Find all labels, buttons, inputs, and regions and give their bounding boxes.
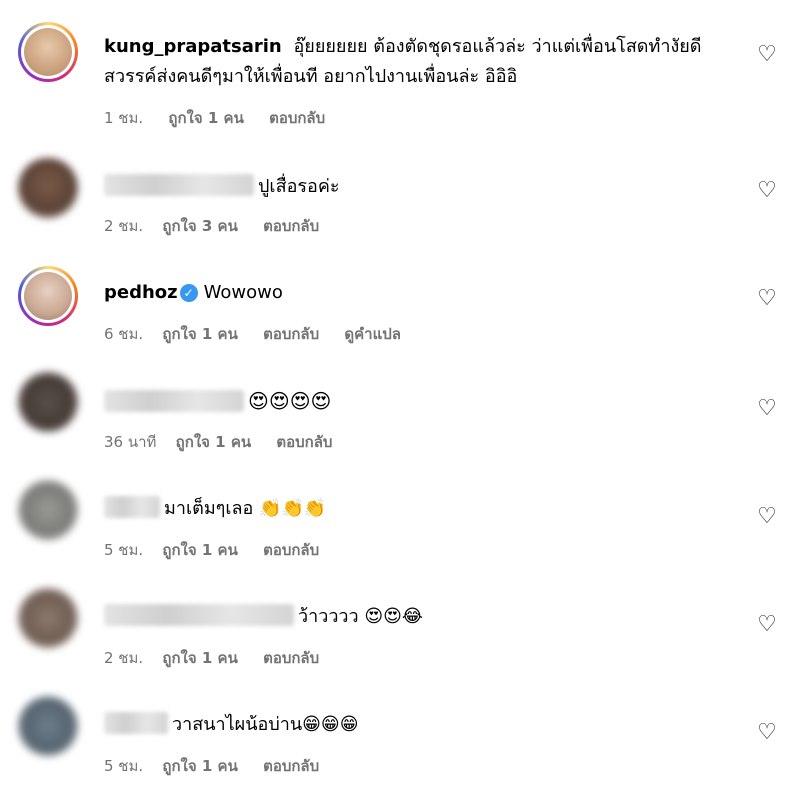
comment-body: 😍😍😍😍: [104, 386, 730, 418]
comment-meta: 2 ชม. ถูกใจ 3 คน ตอบกลับ: [104, 214, 339, 238]
likes-count[interactable]: ถูกใจ 1 คน: [162, 757, 237, 775]
heart-icon[interactable]: ♡: [756, 614, 778, 636]
timestamp[interactable]: 2 ชม.: [104, 217, 143, 235]
comment-body: วาสนาไผน้อบ่าน😁😁😁: [104, 710, 730, 740]
likes-count[interactable]: ถูกใจ 1 คน: [176, 433, 251, 451]
username-redacted[interactable]: [104, 496, 160, 518]
comment-item: ปูเสื่อรอค่ะ 2 ชม. ถูกใจ 3 คน ตอบกลับ ♡: [0, 158, 800, 248]
heart-icon[interactable]: ♡: [756, 288, 778, 310]
timestamp[interactable]: 5 ชม.: [104, 541, 143, 559]
comment-text: ว้าวววว 😍😍😂: [298, 606, 423, 627]
translate-button[interactable]: ดูคำแปล: [344, 325, 401, 343]
comment-meta: 6 ชม. ถูกใจ 1 คน ตอบกลับ ดูคำแปล: [104, 322, 421, 346]
avatar[interactable]: [18, 372, 78, 432]
avatar[interactable]: [18, 158, 78, 218]
comment-body: ว้าวววว 😍😍😂: [104, 602, 730, 632]
comment-meta: 36 นาที ถูกใจ 1 คน ตอบกลับ: [104, 430, 352, 454]
timestamp[interactable]: 5 ชม.: [104, 757, 143, 775]
likes-count[interactable]: ถูกใจ 1 คน: [162, 541, 237, 559]
comment-text: 😍😍😍😍: [248, 389, 332, 413]
timestamp[interactable]: 1 ชม.: [104, 109, 143, 127]
avatar[interactable]: [18, 22, 78, 82]
comment-text: ปูเสื่อรอค่ะ: [258, 176, 340, 197]
timestamp[interactable]: 6 ชม.: [104, 325, 143, 343]
reply-button[interactable]: ตอบกลับ: [263, 649, 319, 667]
comment-body: pedhoz ✓ Wowowo: [104, 278, 730, 308]
reply-button[interactable]: ตอบกลับ: [276, 433, 332, 451]
heart-icon[interactable]: ♡: [756, 44, 778, 66]
reply-button[interactable]: ตอบกลับ: [269, 109, 325, 127]
comment-item: มาเต็มๆเลอ 👏👏👏 5 ชม. ถูกใจ 1 คน ตอบกลับ …: [0, 480, 800, 570]
heart-icon[interactable]: ♡: [756, 398, 778, 420]
comment-meta: 1 ชม. ถูกใจ 1 คน ตอบกลับ: [104, 106, 345, 130]
timestamp[interactable]: 36 นาที: [104, 433, 156, 451]
reply-button[interactable]: ตอบกลับ: [263, 541, 319, 559]
comment-body: ปูเสื่อรอค่ะ: [104, 172, 730, 202]
avatar[interactable]: [18, 480, 78, 540]
likes-count[interactable]: ถูกใจ 3 คน: [162, 217, 237, 235]
comment-body: มาเต็มๆเลอ 👏👏👏: [104, 494, 730, 524]
comment-item: วาสนาไผน้อบ่าน😁😁😁 5 ชม. ถูกใจ 1 คน ตอบกล…: [0, 696, 800, 786]
comment-body: kung_prapatsarin อุ๊ยยยยยย ต้องตัดชุดรอแ…: [104, 32, 730, 92]
comment-item: pedhoz ✓ Wowowo 6 ชม. ถูกใจ 1 คน ตอบกลับ ด…: [0, 266, 800, 356]
verified-badge-icon: ✓: [179, 284, 198, 302]
comment-item: kung_prapatsarin อุ๊ยยยยยย ต้องตัดชุดรอแ…: [0, 22, 800, 132]
comment-meta: 5 ชม. ถูกใจ 1 คน ตอบกลับ: [104, 754, 339, 778]
reply-button[interactable]: ตอบกลับ: [263, 217, 319, 235]
heart-icon[interactable]: ♡: [756, 722, 778, 744]
comment-item: ว้าวววว 😍😍😂 2 ชม. ถูกใจ 1 คน ตอบกลับ ♡: [0, 588, 800, 678]
comment-text: มาเต็มๆเลอ 👏👏👏: [164, 498, 327, 519]
heart-icon[interactable]: ♡: [756, 180, 778, 202]
likes-count[interactable]: ถูกใจ 1 คน: [168, 109, 243, 127]
likes-count[interactable]: ถูกใจ 1 คน: [162, 325, 237, 343]
comment-text: วาสนาไผน้อบ่าน😁😁😁: [172, 714, 359, 735]
username[interactable]: kung_prapatsarin: [104, 36, 282, 57]
username-redacted[interactable]: [104, 174, 254, 196]
comment-text: Wowowo: [203, 282, 283, 303]
username-redacted[interactable]: [104, 712, 168, 734]
comment-item: 😍😍😍😍 36 นาที ถูกใจ 1 คน ตอบกลับ ♡: [0, 372, 800, 462]
comment-meta: 5 ชม. ถูกใจ 1 คน ตอบกลับ: [104, 538, 339, 562]
username-redacted[interactable]: [104, 604, 294, 626]
username[interactable]: pedhoz: [104, 282, 178, 303]
heart-icon[interactable]: ♡: [756, 506, 778, 528]
username-redacted[interactable]: [104, 390, 244, 412]
likes-count[interactable]: ถูกใจ 1 คน: [162, 649, 237, 667]
reply-button[interactable]: ตอบกลับ: [263, 757, 319, 775]
reply-button[interactable]: ตอบกลับ: [263, 325, 319, 343]
avatar[interactable]: [18, 266, 78, 326]
comment-meta: 2 ชม. ถูกใจ 1 คน ตอบกลับ: [104, 646, 339, 670]
avatar[interactable]: [18, 696, 78, 756]
avatar[interactable]: [18, 588, 78, 648]
timestamp[interactable]: 2 ชม.: [104, 649, 143, 667]
